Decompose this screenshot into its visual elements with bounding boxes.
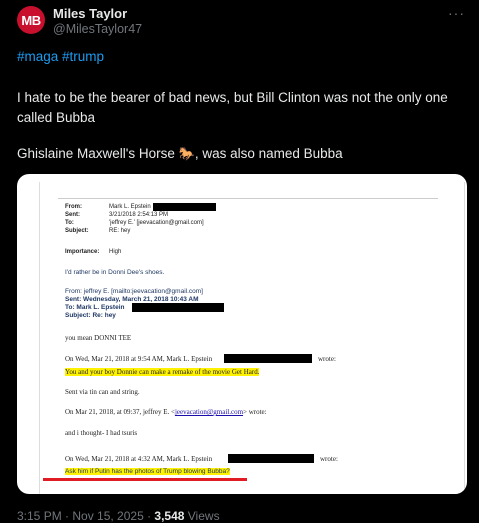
from-label: From: bbox=[65, 204, 82, 210]
sent-row: Sent: 3/21/2018 2:54:13 PM bbox=[65, 212, 168, 218]
tweet-text-paragraph-2: Ghislaine Maxwell's Horse 🐎, was also na… bbox=[17, 146, 343, 162]
importance-value: High bbox=[109, 249, 122, 255]
header-divider bbox=[58, 198, 438, 199]
sent2-text: Sent: Wednesday, March 21, 2018 10:43 AM bbox=[65, 296, 199, 303]
views-label: Views bbox=[184, 509, 220, 523]
from2-line: From: jeffrey E. [mailto:jeevacation@gma… bbox=[65, 288, 203, 295]
tweet-footer: 3:15 PM · Nov 15, 2025 · 3,548 Views bbox=[17, 509, 220, 523]
on2-text-start: On Mar 21, 2018, at 09:37, jeffrey E. < bbox=[65, 408, 175, 416]
to2-line: To: Mark L. Epstein bbox=[65, 304, 124, 311]
redaction-bar bbox=[224, 354, 312, 363]
tsuris-line: and i thought- I had tsuris bbox=[65, 429, 138, 437]
on3-line: On Wed, Mar 21, 2018 at 4:32 AM, Mark L.… bbox=[65, 455, 213, 463]
importance-label: Importance: bbox=[65, 249, 100, 255]
on2-line: On Mar 21, 2018, at 09:37, jeffrey E. <j… bbox=[65, 408, 267, 416]
red-underline bbox=[43, 478, 247, 481]
putin-highlight: Ask him if Putin has the photos of Trump… bbox=[65, 468, 230, 475]
sent2-line: Sent: Wednesday, March 21, 2018 10:43 AM bbox=[65, 296, 199, 303]
attached-image[interactable]: From: Mark L. Epstein Sent: 3/21/2018 2:54… bbox=[17, 174, 467, 494]
email-document: From: Mark L. Epstein Sent: 3/21/2018 2:54… bbox=[39, 182, 465, 494]
from-value: Mark L. Epstein bbox=[109, 204, 151, 210]
to-value: 'jeffrey E.' [jeevacation@gmail.com] bbox=[109, 220, 204, 226]
importance-row: Importance: High bbox=[65, 249, 121, 255]
subject-row: Subject: RE: hey bbox=[65, 228, 130, 234]
to-label: To: bbox=[65, 220, 74, 226]
subject-value: RE: hey bbox=[109, 228, 131, 234]
hashtags-link[interactable]: #maga #trump bbox=[17, 49, 104, 64]
tin-line: Sent via tin can and string. bbox=[65, 388, 140, 396]
sent-value: 3/21/2018 2:54:13 PM bbox=[109, 212, 169, 218]
timestamp[interactable]: 3:15 PM · Nov 15, 2025 · bbox=[17, 509, 154, 523]
remake-highlight: You and your boy Donnie can make a remak… bbox=[65, 368, 260, 376]
remake-line: You and your boy Donnie can make a remak… bbox=[65, 368, 260, 376]
redaction-bar bbox=[153, 203, 216, 211]
author-name[interactable]: Miles Taylor bbox=[53, 6, 127, 21]
subject2-line: Subject: Re: hey bbox=[65, 312, 116, 319]
redaction-bar bbox=[228, 454, 314, 463]
more-options-icon[interactable]: ··· bbox=[448, 5, 465, 21]
paragraph-2-text-end: , was also named Bubba bbox=[194, 146, 343, 161]
on3-wrote: wrote: bbox=[320, 455, 338, 463]
sent-label: Sent: bbox=[65, 212, 80, 218]
on1-line: On Wed, Mar 21, 2018 at 9:54 AM, Mark L.… bbox=[65, 355, 213, 363]
to-row: To: 'jeffrey E.' [jeevacation@gmail.com] bbox=[65, 220, 204, 226]
redaction-bar bbox=[132, 303, 224, 312]
email-link[interactable]: jeevacation@gmail.com bbox=[175, 408, 243, 416]
paragraph-2-text-start: Ghislaine Maxwell's Horse bbox=[17, 146, 179, 161]
to2-text: To: Mark L. Epstein bbox=[65, 304, 125, 311]
on1-wrote: wrote: bbox=[318, 355, 336, 363]
tweet-text-paragraph-1: I hate to be the bearer of bad news, but… bbox=[17, 90, 448, 125]
putin-line: Ask him if Putin has the photos of Trump… bbox=[65, 468, 230, 475]
author-handle[interactable]: @MilesTaylor47 bbox=[53, 22, 142, 36]
on2-text-end: > wrote: bbox=[243, 408, 267, 416]
shoes-line: I'd rather be in Donni Dee's shoes. bbox=[65, 269, 165, 276]
avatar[interactable]: MB bbox=[17, 6, 45, 34]
subject2-text: Subject: Re: hey bbox=[65, 312, 116, 319]
horse-icon: 🐎 bbox=[178, 146, 195, 161]
donni-line: you mean DONNI TEE bbox=[65, 334, 132, 342]
from-row: From: Mark L. Epstein bbox=[65, 204, 151, 210]
subject-label: Subject: bbox=[65, 228, 89, 234]
views-count: 3,548 bbox=[154, 509, 185, 523]
